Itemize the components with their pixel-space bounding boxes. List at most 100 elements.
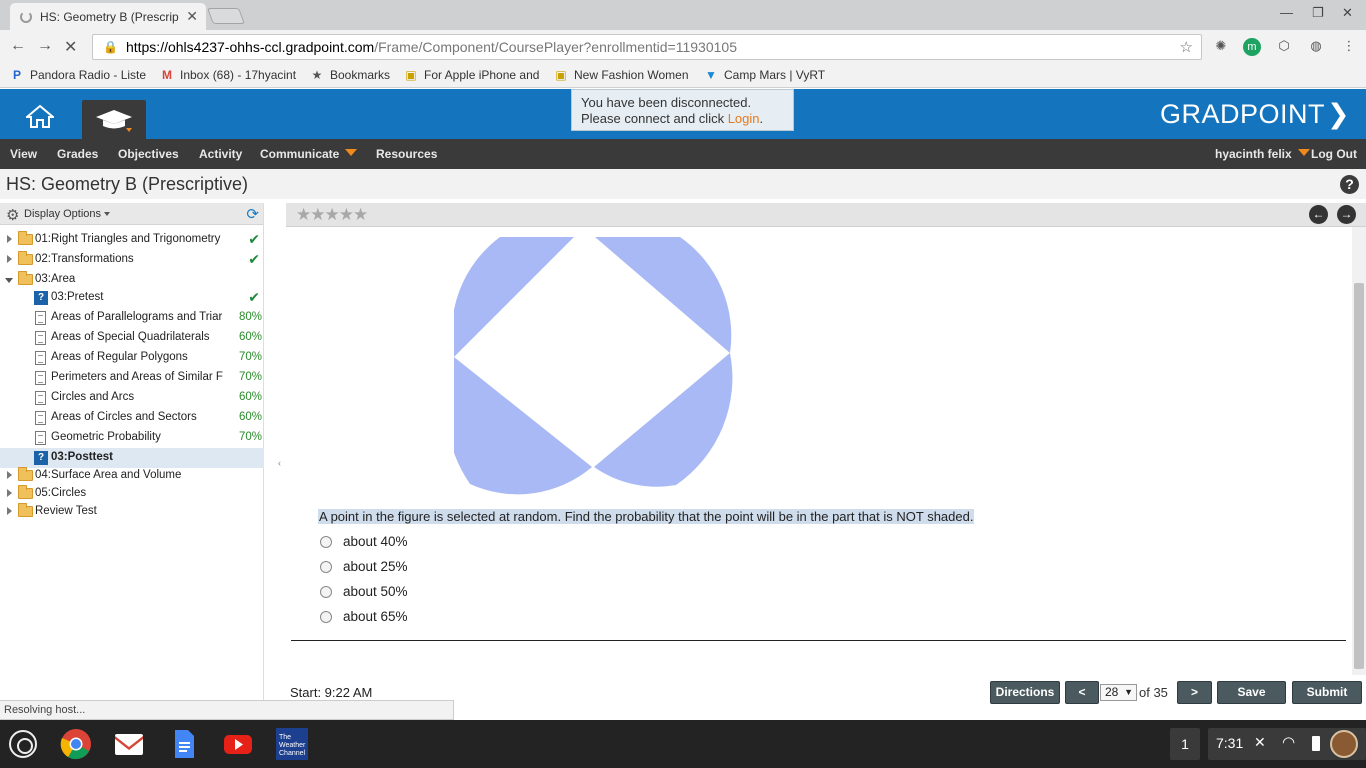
gradpoint-logo: GRADPOINT❯ [1160, 99, 1351, 129]
bookmark-apple[interactable]: ▣ For Apple iPhone and [404, 68, 539, 82]
answer-option-4[interactable]: about 65% [320, 609, 408, 624]
menu-communicate[interactable]: Communicate [260, 147, 358, 161]
chevron-down-icon: ▼ [1124, 687, 1133, 697]
menu-view[interactable]: View [10, 147, 37, 161]
lesson-content: ★★★★★ ← → A point in the figure is selec… [286, 203, 1366, 704]
extension-cube-icon[interactable]: ⬡ [1275, 38, 1293, 56]
expand-closed-icon[interactable] [7, 489, 12, 497]
extension-m-icon[interactable]: m [1243, 38, 1261, 56]
home-icon[interactable] [26, 104, 54, 128]
sidebar-item[interactable]: Areas of Parallelograms and Triar 80% [0, 308, 264, 328]
rating-stars-icon[interactable]: ★★★★★ [296, 205, 368, 225]
gear-icon[interactable]: ⚙ [6, 206, 19, 224]
chevron-down-icon[interactable] [104, 212, 110, 216]
expand-closed-icon[interactable] [7, 255, 12, 263]
answer-option-1[interactable]: about 40% [320, 534, 408, 549]
sidebar-item-label: Perimeters and Areas of Similar F [51, 371, 223, 383]
menu-activity[interactable]: Activity [199, 147, 242, 161]
answer-option-2[interactable]: about 25% [320, 559, 408, 574]
menu-resources[interactable]: Resources [376, 147, 437, 161]
radio-button[interactable] [320, 585, 332, 598]
launcher-icon[interactable] [9, 730, 37, 758]
weather-channel-icon[interactable]: The Weather Channel [276, 728, 308, 760]
sidebar-item[interactable]: Perimeters and Areas of Similar F 70% [0, 368, 264, 388]
bookmark-vyrt[interactable]: ▼ Camp Mars | VyRT [704, 68, 825, 82]
sidebar-item[interactable]: 04:Surface Area and Volume [0, 466, 264, 486]
tab-active[interactable]: HS: Geometry B (Prescrip ✕ [10, 3, 206, 30]
submit-button[interactable]: Submit [1292, 681, 1362, 704]
bookmark-fashion[interactable]: ▣ New Fashion Women [554, 68, 688, 82]
minimize-icon[interactable]: — [1280, 5, 1293, 20]
sidebar-item[interactable]: ? 03:Pretest ✔ [0, 288, 264, 308]
address-bar[interactable]: 🔒 https://ohls4237-ohhs-ccl.gradpoint.co… [92, 34, 1202, 60]
sidebar-item[interactable]: 02:Transformations ✔ [0, 250, 264, 270]
extension-icon[interactable]: ✺ [1212, 38, 1230, 56]
sidebar-item[interactable]: 03:Area [0, 270, 264, 290]
display-options-button[interactable]: Display Options [24, 208, 101, 220]
forward-icon[interactable]: → [37, 37, 53, 55]
bookmark-pandora[interactable]: P Pandora Radio - Liste [10, 68, 146, 82]
bookmark-inbox[interactable]: M Inbox (68) - 17hyacint [160, 68, 296, 82]
chrome-icon[interactable] [60, 728, 92, 760]
bookmarks-bar: P Pandora Radio - Liste M Inbox (68) - 1… [0, 64, 1366, 88]
answer-option-3[interactable]: about 50% [320, 584, 408, 599]
sidebar-item[interactable]: Areas of Regular Polygons 70% [0, 348, 264, 368]
bookmark-star-icon[interactable]: ☆ [1180, 38, 1193, 56]
question-number-select[interactable]: 28 ▼ [1100, 684, 1137, 701]
disconnect-notice: You have been disconnected. Please conne… [571, 89, 794, 131]
directions-button[interactable]: Directions [990, 681, 1060, 704]
pandora-icon: P [12, 68, 21, 82]
sidebar-item[interactable]: Areas of Special Quadrilaterals 60% [0, 328, 264, 348]
maximize-icon[interactable]: ❐ [1312, 5, 1324, 21]
shaded-region [594, 353, 733, 487]
radio-button[interactable] [320, 610, 332, 623]
page-icon [35, 391, 46, 405]
back-icon[interactable]: ← [10, 37, 26, 55]
radio-button[interactable] [320, 535, 332, 548]
do-not-disturb-icon: ✕ [1254, 734, 1266, 750]
new-tab-button[interactable] [207, 8, 245, 24]
save-button[interactable]: Save [1217, 681, 1286, 704]
course-menu-button[interactable] [82, 100, 146, 139]
sidebar-item-label: Circles and Arcs [51, 391, 135, 403]
gmail-icon[interactable] [113, 728, 145, 760]
radio-button[interactable] [320, 560, 332, 573]
sidebar-item[interactable]: Review Test [0, 502, 264, 522]
google-docs-icon[interactable] [168, 728, 200, 760]
next-arrow-icon[interactable]: → [1337, 205, 1356, 224]
login-link[interactable]: Login [728, 111, 760, 126]
sidebar-item[interactable]: Geometric Probability 70% [0, 428, 264, 448]
sidebar-item[interactable]: ? 03:Posttest [0, 448, 264, 468]
scrollbar-thumb[interactable] [1354, 283, 1364, 669]
menu-dots-icon[interactable]: ⋮ [1340, 38, 1358, 56]
sidebar-item[interactable]: Circles and Arcs 60% [0, 388, 264, 408]
youtube-icon[interactable] [222, 728, 254, 760]
sidebar-item[interactable]: 01:Right Triangles and Trigonometry ✔ [0, 230, 264, 250]
previous-arrow-icon[interactable]: ← [1309, 205, 1328, 224]
expand-closed-icon[interactable] [7, 235, 12, 243]
refresh-icon[interactable]: ⟳ [246, 205, 259, 223]
menu-grades[interactable]: Grades [57, 147, 98, 161]
previous-question-button[interactable]: < [1065, 681, 1099, 704]
sidebar-item[interactable]: Areas of Circles and Sectors 60% [0, 408, 264, 428]
notification-count[interactable]: 1 [1170, 728, 1200, 760]
score-badge: 60% [238, 391, 262, 403]
sidebar-item-label: 03:Area [35, 273, 76, 285]
system-tray[interactable]: 7:31 ✕ ◠ [1208, 728, 1366, 760]
close-window-icon[interactable]: ✕ [1342, 5, 1353, 21]
help-icon[interactable]: ? [1340, 175, 1359, 194]
expand-closed-icon[interactable] [7, 507, 12, 515]
logout-link[interactable]: Log Out [1311, 147, 1357, 161]
sidebar-item[interactable]: 05:Circles [0, 484, 264, 504]
bookmark-folder[interactable]: ★ Bookmarks [310, 68, 390, 82]
expand-open-icon[interactable] [5, 278, 13, 283]
menu-objectives[interactable]: Objectives [118, 147, 179, 161]
stop-icon[interactable]: ✕ [64, 37, 77, 57]
next-question-button[interactable]: > [1177, 681, 1212, 704]
tab-close-icon[interactable]: ✕ [186, 8, 198, 25]
collapse-sidebar-handle[interactable]: ‹ [278, 458, 281, 468]
expand-closed-icon[interactable] [7, 471, 12, 479]
user-menu[interactable]: hyacinth felix [1215, 147, 1310, 161]
scrollbar[interactable] [1352, 227, 1366, 675]
globe-icon[interactable]: ◍ [1307, 38, 1325, 56]
